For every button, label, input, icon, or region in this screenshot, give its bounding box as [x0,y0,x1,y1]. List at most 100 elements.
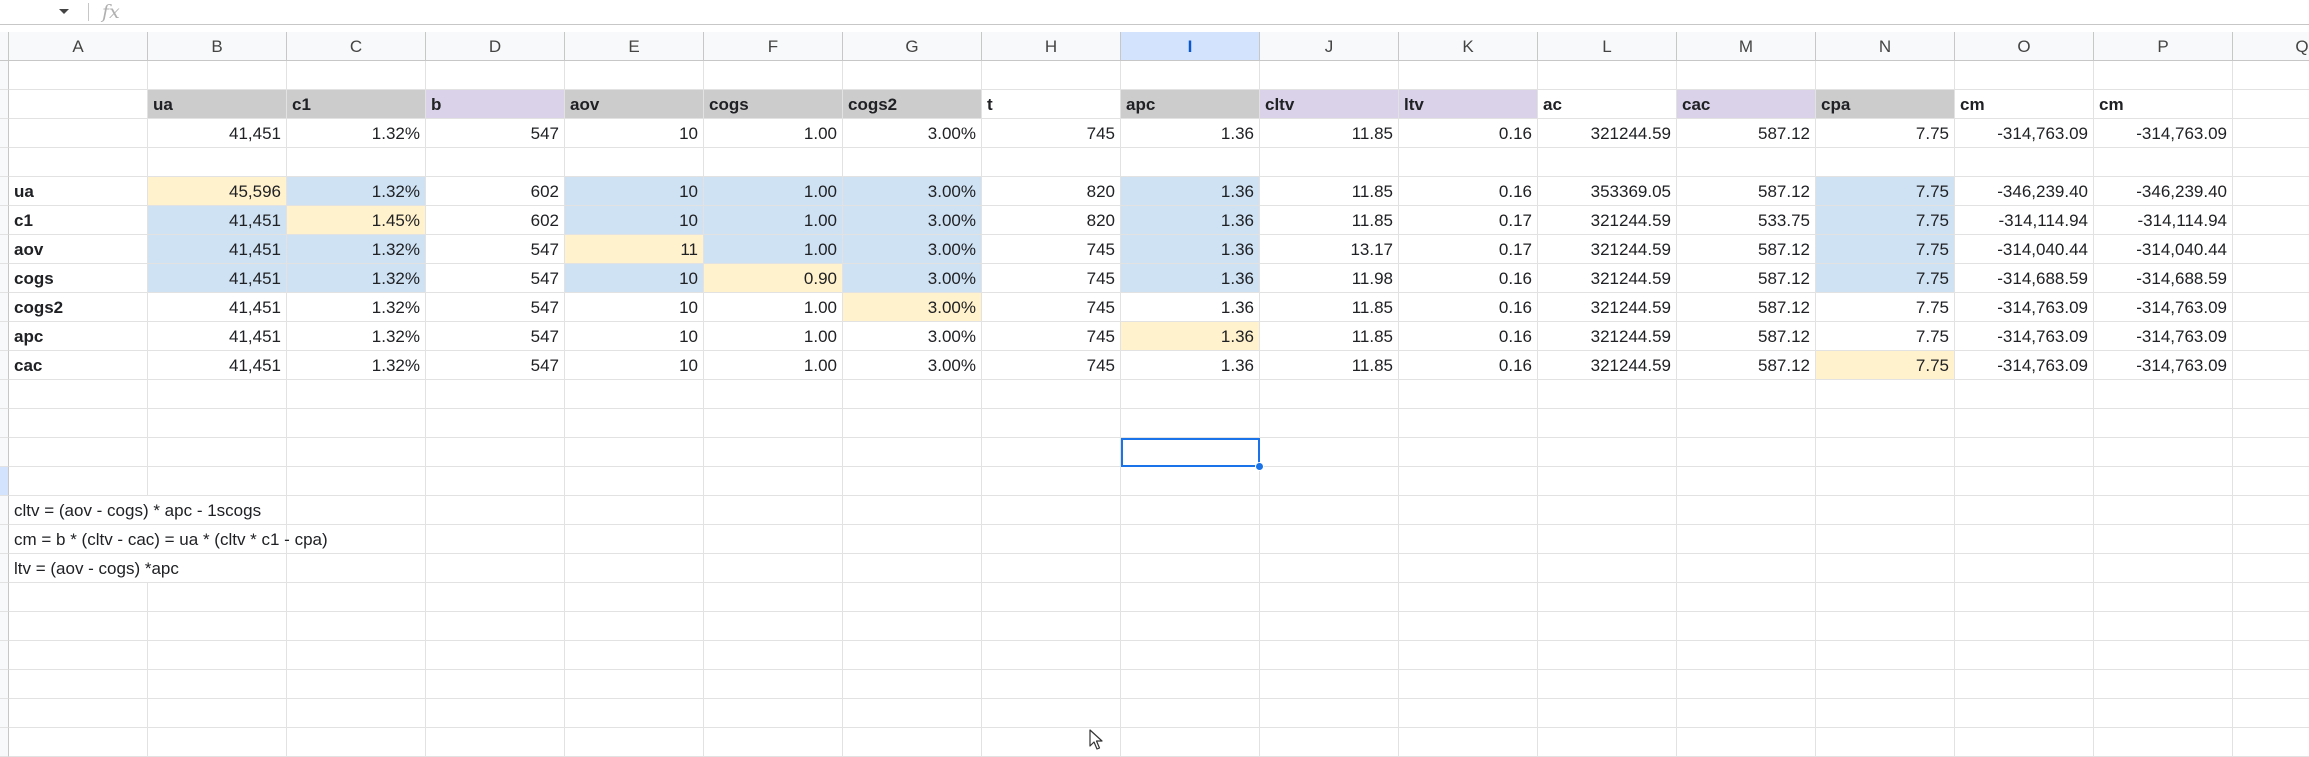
grid-cell[interactable] [843,554,982,583]
row-header[interactable] [0,496,9,525]
scenario-value-cell[interactable]: 41,451 [148,351,287,380]
grid-cell[interactable] [2233,583,2309,612]
scenario-value-cell[interactable]: 41,451 [148,206,287,235]
grid-cell[interactable] [2094,467,2233,496]
row-header[interactable] [0,612,9,641]
column-header-d[interactable]: D [426,32,565,61]
grid-cell[interactable] [1955,61,2094,90]
grid-cell[interactable] [2233,322,2309,351]
grid-cell[interactable] [2094,496,2233,525]
grid-cell[interactable] [1121,699,1260,728]
grid-cell[interactable] [1955,641,2094,670]
grid-cell[interactable] [565,467,704,496]
grid-cell[interactable] [1816,148,1955,177]
grid-cell[interactable] [2233,177,2309,206]
scenario-value-cell[interactable]: 13.17 [1260,235,1399,264]
grid-cell[interactable] [2233,206,2309,235]
grid-cell[interactable] [426,583,565,612]
grid-cell[interactable] [2233,148,2309,177]
grid-cell[interactable] [565,438,704,467]
grid-cell[interactable] [843,496,982,525]
grid-cell[interactable] [9,438,148,467]
grid-cell[interactable] [982,670,1121,699]
grid-cell[interactable] [148,728,287,757]
grid-cell[interactable] [1816,467,1955,496]
grid-cell[interactable] [1816,61,1955,90]
grid-cell[interactable] [565,641,704,670]
grid-cell[interactable] [982,525,1121,554]
grid-cell[interactable] [1816,583,1955,612]
grid-cell[interactable] [843,438,982,467]
scenario-value-cell[interactable]: 587.12 [1677,322,1816,351]
grid-cell[interactable] [1260,728,1399,757]
scenario-value-cell[interactable]: 1.00 [704,206,843,235]
scenario-value-cell[interactable]: 11 [565,235,704,264]
grid-cell[interactable] [2094,670,2233,699]
grid-cell[interactable] [1121,728,1260,757]
formula-note[interactable]: ltv = (aov - cogs) *apc [9,554,179,583]
scenario-value-cell[interactable]: 587.12 [1677,351,1816,380]
grid-cell[interactable] [1538,554,1677,583]
grid-cell[interactable] [2094,409,2233,438]
scenario-value-cell[interactable]: 0.17 [1399,206,1538,235]
grid-cell[interactable] [1955,554,2094,583]
base-value-cell[interactable]: 547 [426,119,565,148]
grid-cell[interactable] [2094,438,2233,467]
base-value-cell[interactable]: 1.36 [1121,119,1260,148]
grid-cell[interactable] [1260,670,1399,699]
grid-cell[interactable] [2094,612,2233,641]
scenario-value-cell[interactable]: 1.36 [1121,322,1260,351]
chevron-down-icon[interactable] [59,9,69,14]
grid-cell[interactable] [1399,612,1538,641]
row-header[interactable] [0,554,9,583]
scenario-value-cell[interactable]: 0.16 [1399,322,1538,351]
grid-cell[interactable] [426,728,565,757]
grid-cell[interactable] [287,554,426,583]
column-label-cell[interactable]: cltv [1260,90,1399,119]
scenario-label-cell[interactable]: cac [9,351,148,380]
grid-cell[interactable] [2233,612,2309,641]
scenario-value-cell[interactable]: 41,451 [148,235,287,264]
scenario-label-cell[interactable]: ua [9,177,148,206]
grid-cell[interactable] [1121,467,1260,496]
row-header[interactable] [0,119,9,148]
grid-cell[interactable] [287,641,426,670]
grid-cell[interactable] [2233,496,2309,525]
grid-cell[interactable] [982,61,1121,90]
grid-cell[interactable] [9,61,148,90]
grid-cell[interactable] [9,467,148,496]
grid-cell[interactable] [1260,699,1399,728]
scenario-value-cell[interactable]: 1.45% [287,206,426,235]
scenario-value-cell[interactable]: 587.12 [1677,235,1816,264]
scenario-value-cell[interactable]: -346,239.40 [1955,177,2094,206]
scenario-value-cell[interactable]: 3.00% [843,293,982,322]
scenario-value-cell[interactable]: 1.36 [1121,293,1260,322]
grid-cell[interactable] [982,641,1121,670]
grid-cell[interactable] [982,467,1121,496]
grid-cell[interactable] [148,61,287,90]
scenario-value-cell[interactable]: 1.36 [1121,351,1260,380]
scenario-label-cell[interactable]: cogs2 [9,293,148,322]
grid-cell[interactable] [2094,554,2233,583]
grid-cell[interactable] [1816,496,1955,525]
scenario-value-cell[interactable]: 45,596 [148,177,287,206]
grid-cell[interactable] [1955,380,2094,409]
grid-cell[interactable] [565,409,704,438]
grid-cell[interactable] [565,699,704,728]
scenario-value-cell[interactable]: 1.32% [287,264,426,293]
grid-cell[interactable] [1260,583,1399,612]
grid-cell[interactable] [565,554,704,583]
column-label-cell[interactable]: cpa [1816,90,1955,119]
grid-cell[interactable] [9,612,148,641]
scenario-value-cell[interactable]: 7.75 [1816,351,1955,380]
grid-cell[interactable] [1816,409,1955,438]
column-label-cell[interactable]: ltv [1399,90,1538,119]
base-value-cell[interactable]: 41,451 [148,119,287,148]
grid-cell[interactable] [287,583,426,612]
grid-cell[interactable] [9,380,148,409]
scenario-value-cell[interactable]: 1.32% [287,351,426,380]
row-header[interactable] [0,351,9,380]
grid-cell[interactable] [287,699,426,728]
grid-cell[interactable] [1677,670,1816,699]
scenario-value-cell[interactable]: 10 [565,177,704,206]
